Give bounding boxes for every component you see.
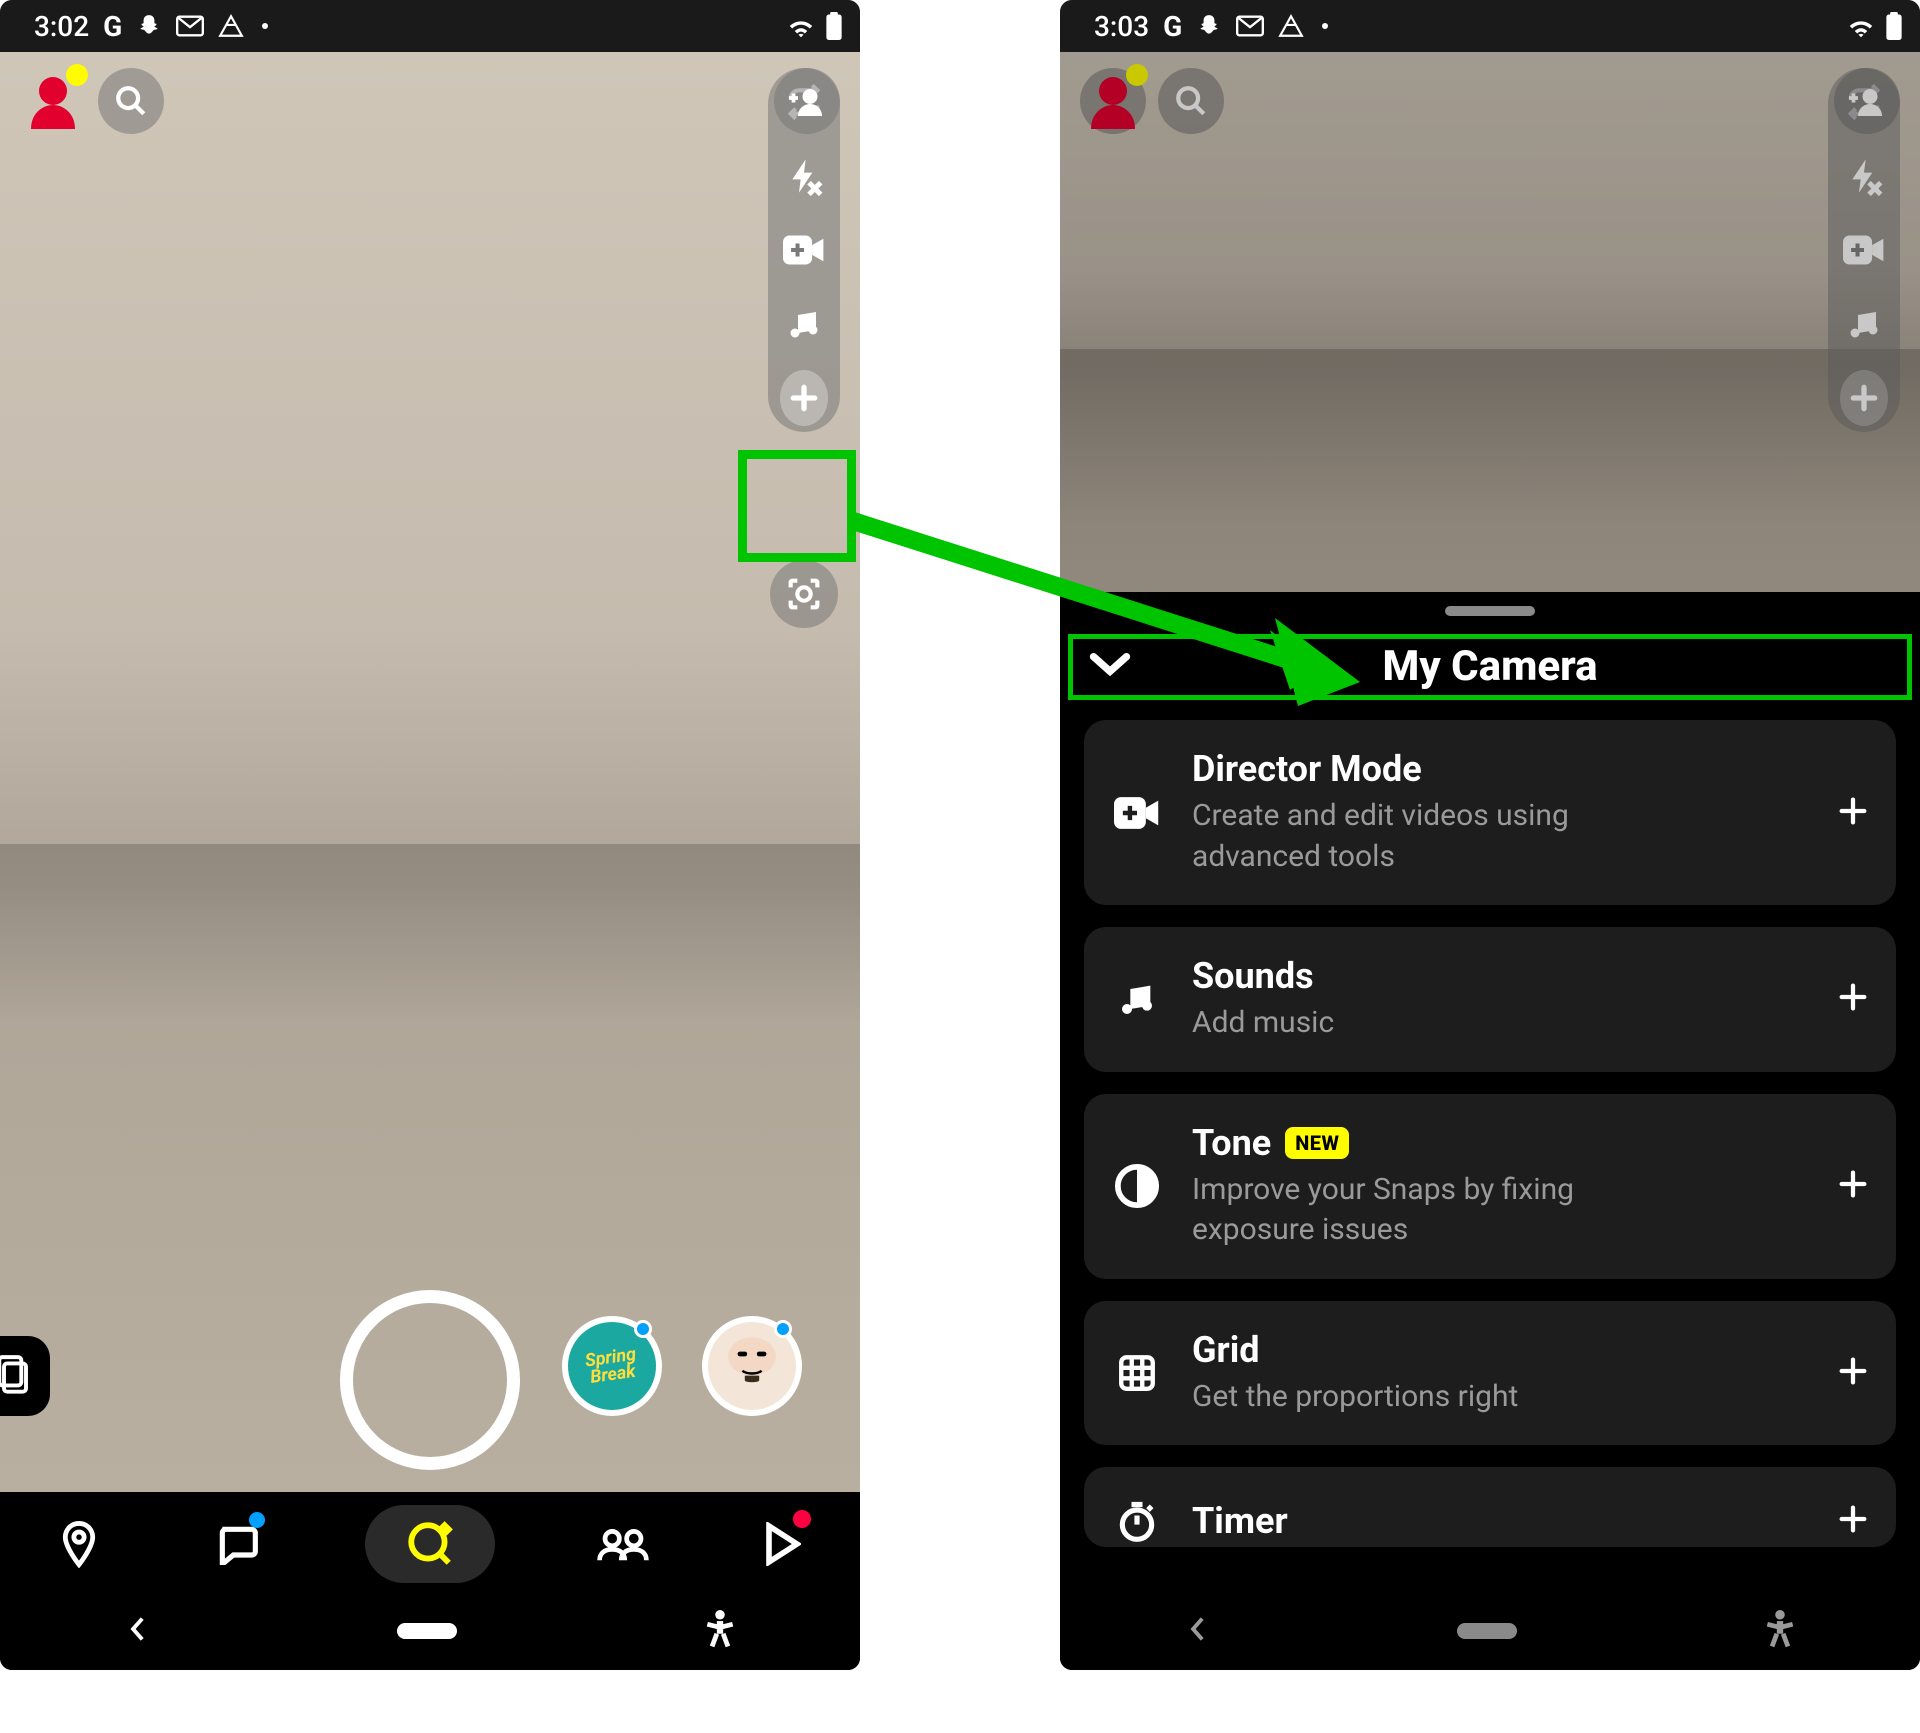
sheet-item-title: Grid — [1192, 1329, 1260, 1371]
grid-icon — [1110, 1352, 1164, 1394]
shutter-button[interactable] — [340, 1290, 520, 1470]
drive-icon — [218, 14, 244, 38]
sys-home-button[interactable] — [397, 1623, 457, 1639]
avatar-notification-dot — [66, 64, 88, 86]
profile-avatar-button[interactable] — [20, 68, 86, 134]
sheet-item-sounds[interactable]: Sounds Add music — [1084, 927, 1896, 1072]
system-nav-bar — [1060, 1592, 1920, 1670]
sys-accessibility-button[interactable] — [704, 1610, 736, 1652]
video-plus-button[interactable] — [780, 226, 828, 274]
annotation-highlight-box — [738, 450, 856, 562]
system-nav-bar — [0, 1592, 860, 1670]
sheet-item-subtitle: Add music — [1192, 1003, 1672, 1044]
profile-avatar-button[interactable] — [1080, 68, 1146, 134]
lens-item-2[interactable] — [702, 1316, 802, 1416]
video-plus-button[interactable] — [1840, 226, 1888, 274]
music-button[interactable] — [780, 300, 828, 348]
nav-spotlight[interactable] — [751, 1514, 811, 1574]
sheet-item-title: Sounds — [1192, 955, 1314, 997]
lens-new-dot — [774, 1320, 792, 1338]
status-bar: 3:02 G — [0, 0, 860, 52]
director-mode-icon — [1110, 795, 1164, 831]
sys-back-button[interactable] — [1184, 1616, 1210, 1646]
sheet-item-grid[interactable]: Grid Get the proportions right — [1084, 1301, 1896, 1446]
status-more-icon — [262, 23, 268, 29]
more-tools-plus-button[interactable] — [780, 374, 828, 422]
wifi-icon — [1846, 14, 1876, 38]
flash-off-button[interactable] — [1840, 152, 1888, 200]
wifi-icon — [786, 14, 816, 38]
sheet-drag-handle[interactable] — [1445, 606, 1535, 616]
search-button[interactable] — [1158, 68, 1224, 134]
add-icon — [1836, 787, 1870, 839]
status-time: 3:03 — [1094, 10, 1149, 43]
chat-notification-dot — [249, 1512, 265, 1528]
add-icon — [1836, 1160, 1870, 1212]
google-icon: G — [1163, 10, 1182, 43]
phone-screenshot-left: 3:02 G — [0, 0, 860, 1670]
spotlight-notification-dot — [793, 1510, 811, 1528]
sheet-item-subtitle: Improve your Snaps by fixing exposure is… — [1192, 1170, 1672, 1251]
google-icon: G — [103, 10, 122, 43]
nav-chat[interactable] — [207, 1514, 267, 1574]
gmail-icon — [176, 15, 204, 37]
snapchat-icon — [1196, 13, 1222, 39]
sys-back-button[interactable] — [124, 1616, 150, 1646]
status-more-icon — [1322, 23, 1328, 29]
sys-home-button[interactable] — [1457, 1623, 1517, 1639]
nav-camera-active[interactable] — [365, 1505, 495, 1583]
battery-icon — [1886, 12, 1902, 40]
sheet-item-subtitle: Get the proportions right — [1192, 1377, 1672, 1418]
new-badge: NEW — [1285, 1127, 1349, 1159]
tone-contrast-icon — [1110, 1163, 1164, 1209]
sheet-item-title: Tone — [1192, 1122, 1271, 1164]
search-button[interactable] — [98, 68, 164, 134]
sys-accessibility-button[interactable] — [1764, 1610, 1796, 1652]
nav-stories[interactable] — [593, 1514, 653, 1574]
camera-viewfinder[interactable] — [0, 52, 860, 1492]
avatar-notification-dot — [1126, 64, 1148, 86]
music-button[interactable] — [1840, 300, 1888, 348]
sheet-item-subtitle: Create and edit videos using advanced to… — [1192, 796, 1672, 877]
lens-item-1[interactable]: Spring Break — [562, 1316, 662, 1416]
sheet-item-title: Director Mode — [1192, 748, 1422, 790]
sheet-item-tone[interactable]: Tone NEW Improve your Snaps by fixing ex… — [1084, 1094, 1896, 1279]
status-time: 3:02 — [34, 10, 89, 43]
add-friend-button[interactable] — [774, 68, 840, 134]
more-tools-plus-button[interactable] — [1840, 374, 1888, 422]
status-bar: 3:03 G — [1060, 0, 1920, 52]
sheet-list: Director Mode Create and edit videos usi… — [1060, 698, 1920, 1547]
phone-screenshot-right: 3:03 G — [1060, 0, 1920, 1670]
timer-icon — [1110, 1499, 1164, 1543]
music-icon — [1110, 979, 1164, 1019]
nav-map[interactable] — [49, 1514, 109, 1574]
add-friend-button[interactable] — [1834, 68, 1900, 134]
sheet-item-timer[interactable]: Timer — [1084, 1467, 1896, 1547]
sheet-item-director-mode[interactable]: Director Mode Create and edit videos usi… — [1084, 720, 1896, 905]
add-icon — [1836, 1495, 1870, 1547]
add-icon — [1836, 1347, 1870, 1399]
sheet-item-title: Timer — [1192, 1500, 1288, 1542]
gmail-icon — [1236, 15, 1264, 37]
battery-icon — [826, 12, 842, 40]
drive-icon — [1278, 14, 1304, 38]
flash-off-button[interactable] — [780, 152, 828, 200]
snapchat-icon — [136, 13, 162, 39]
add-icon — [1836, 973, 1870, 1025]
my-camera-sheet: My Camera Director Mode Create and edit … — [1060, 592, 1920, 1592]
scan-button[interactable] — [770, 560, 838, 628]
annotation-header-box — [1068, 634, 1912, 700]
lens-new-dot — [634, 1320, 652, 1338]
